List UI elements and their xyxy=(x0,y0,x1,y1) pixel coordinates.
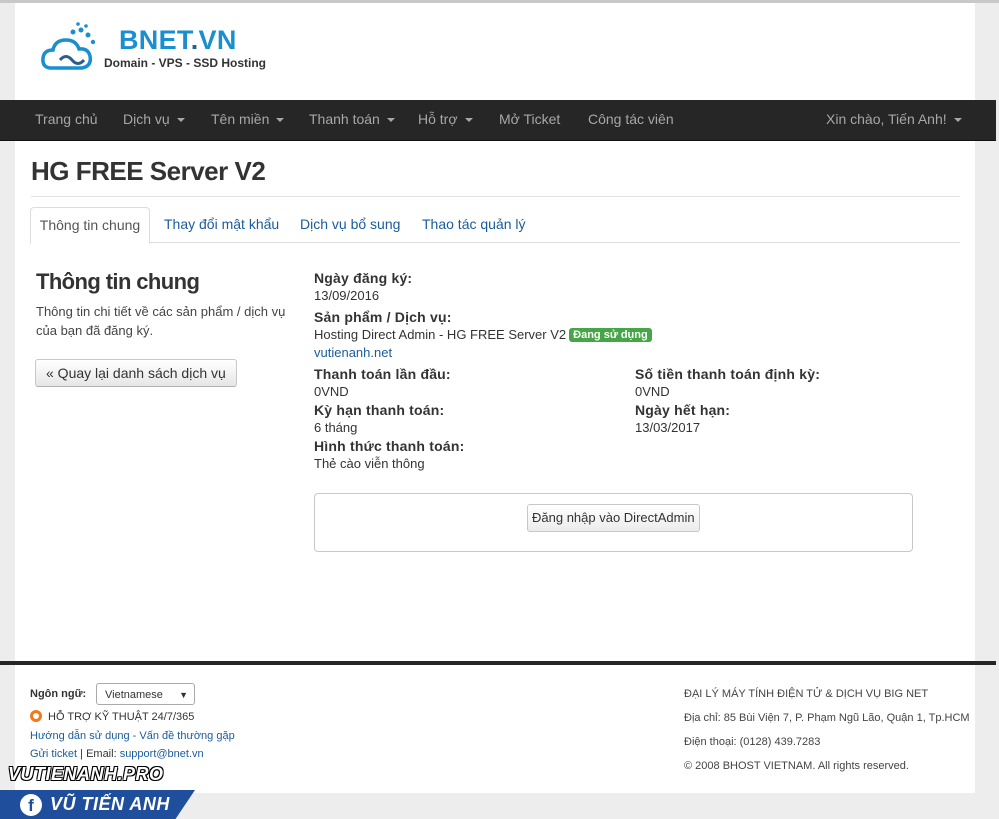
email-separator: | Email: xyxy=(77,748,120,760)
nav-item-affiliates[interactable]: Công tác viên xyxy=(588,100,674,140)
billing-cycle-label: Kỳ hạn thanh toán: xyxy=(314,402,445,418)
section-heading: Thông tin chung xyxy=(36,269,200,294)
tab-addons[interactable]: Dịch vụ bổ sung xyxy=(300,207,400,242)
nav-item-label: Dịch vụ xyxy=(123,111,170,127)
due-date-label: Ngày hết hạn: xyxy=(635,402,731,418)
nav-item-open-ticket[interactable]: Mở Ticket xyxy=(499,100,560,140)
title-divider xyxy=(31,196,960,197)
company-address: Địa chỉ: 85 Bùi Viện 7, P. Phạm Ngũ Lão,… xyxy=(684,712,970,724)
recurring-amount-label: Số tiền thanh toán định kỳ: xyxy=(635,366,821,382)
nav-item-label: Hỗ trợ xyxy=(418,111,458,127)
login-panel: Đăng nhập vào DirectAdmin xyxy=(314,493,913,552)
watermark-name: VŨ TIẾN ANH xyxy=(50,794,170,814)
tabs-divider xyxy=(31,242,960,243)
status-badge: Đang sử dụng xyxy=(569,328,652,342)
domain-link-text: vutienanh.net xyxy=(314,345,393,360)
submit-ticket-link[interactable]: Gửi ticket xyxy=(30,748,77,760)
brand-name: BNET.VN xyxy=(119,25,237,55)
caret-down-icon xyxy=(176,118,185,123)
recurring-amount-value: 0VND xyxy=(635,384,670,399)
tab-overview[interactable]: Thông tin chung xyxy=(30,207,150,244)
registration-date-label: Ngày đăng ký: xyxy=(314,270,413,286)
first-payment-label: Thanh toán lần đầu: xyxy=(314,366,451,382)
page-title: HG FREE Server V2 xyxy=(31,156,266,186)
language-label: Ngôn ngữ: xyxy=(30,688,87,700)
caret-down-icon xyxy=(276,118,285,123)
caret-down-icon xyxy=(953,118,962,123)
user-greeting: Xin chào, Tiến Anh! xyxy=(826,111,947,127)
footer-divider xyxy=(0,661,996,665)
copyright: © 2008 BHOST VIETNAM. All rights reserve… xyxy=(684,760,909,772)
support-email-link[interactable]: support@bnet.vn xyxy=(120,748,204,760)
chevron-down-icon: ▼ xyxy=(179,690,188,700)
first-payment-value: 0VND xyxy=(314,384,349,399)
product-name: Hosting Direct Admin - HG FREE Server V2 xyxy=(314,327,567,342)
tab-change-password[interactable]: Thay đổi mật khẩu xyxy=(164,207,279,242)
back-to-services-button[interactable]: « Quay lại danh sách dịch vụ xyxy=(35,359,237,387)
tab-management-actions[interactable]: Thao tác quản lý xyxy=(422,207,526,242)
nav-item-label: Mở Ticket xyxy=(499,111,561,127)
lifebuoy-icon xyxy=(30,710,42,722)
due-date-value: 13/03/2017 xyxy=(635,420,701,435)
billing-cycle-value: 6 tháng xyxy=(314,420,358,435)
nav-item-label: Công tác viên xyxy=(588,111,674,127)
directadmin-login-button[interactable]: Đăng nhập vào DirectAdmin xyxy=(527,504,700,532)
company-phone: Điện thoại: (0128) 439.7283 xyxy=(684,736,821,748)
product-value: Hosting Direct Admin - HG FREE Server V2… xyxy=(314,327,652,342)
company-name: ĐẠI LÝ MÁY TÍNH ĐIỆN TỬ & DỊCH VỤ BIG NE… xyxy=(684,688,929,700)
payment-method-label: Hình thức thanh toán: xyxy=(314,438,465,454)
language-select[interactable]: Vietnamese ▼ xyxy=(96,683,195,705)
caret-down-icon xyxy=(386,118,395,123)
payment-method-value: Thẻ cào viễn thông xyxy=(314,456,425,471)
user-menu[interactable]: Xin chào, Tiến Anh! xyxy=(826,100,962,140)
nav-item-home[interactable]: Trang chủ xyxy=(35,100,98,140)
nav-item-label: Tên miền xyxy=(211,111,270,127)
nav-item-billing[interactable]: Thanh toán xyxy=(309,100,395,140)
facebook-icon: f xyxy=(20,794,42,816)
product-label: Sản phẩm / Dịch vụ: xyxy=(314,309,452,325)
caret-down-icon xyxy=(464,118,473,123)
nav-item-label: Thanh toán xyxy=(309,111,380,127)
language-select-value: Vietnamese xyxy=(105,689,163,701)
nav-item-domains[interactable]: Tên miền xyxy=(211,100,285,140)
nav-item-support[interactable]: Hỗ trợ xyxy=(418,100,473,140)
main-navbar: Trang chủ Dịch vụ Tên miền Thanh toán Hỗ… xyxy=(0,100,996,141)
cloud-logo-icon xyxy=(41,22,96,70)
registration-date-value: 13/09/2016 xyxy=(314,288,380,303)
nav-item-services[interactable]: Dịch vụ xyxy=(123,100,185,140)
watermark-site: VUTIENANH.PRO xyxy=(8,764,164,784)
support-hours: HỖ TRỢ KỸ THUẬT 24/7/365 xyxy=(30,710,194,723)
section-description: Thông tin chi tiết về các sản phẩm / dịc… xyxy=(36,304,286,338)
support-hours-text: HỖ TRỢ KỸ THUẬT 24/7/365 xyxy=(48,711,195,723)
brand-tagline: Domain - VPS - SSD Hosting xyxy=(104,56,267,70)
domain-link[interactable]: vutienanh.net xyxy=(314,345,392,360)
logo[interactable]: BNET.VN Domain - VPS - SSD Hosting xyxy=(40,20,300,80)
nav-item-label: Trang chủ xyxy=(35,111,98,127)
help-guide-link[interactable]: Hướng dẫn sử dụng - Vấn đề thường gặp xyxy=(30,730,235,742)
